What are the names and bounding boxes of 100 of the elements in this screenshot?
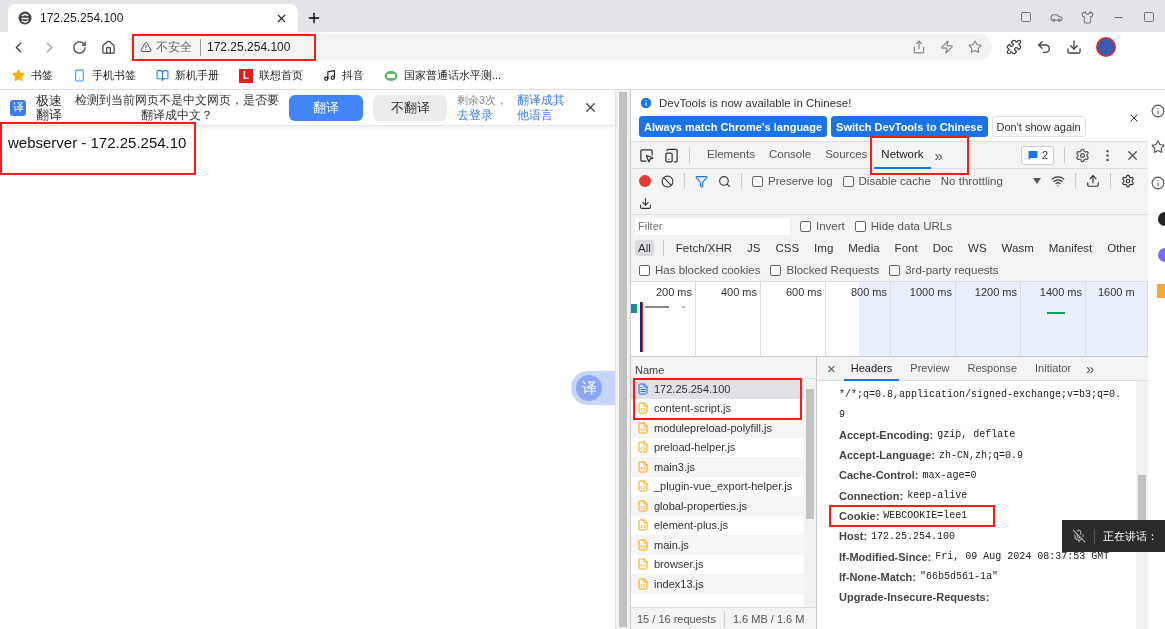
header-name: Cookie: bbox=[839, 509, 880, 522]
badge-icon bbox=[384, 69, 398, 82]
upload-icon[interactable] bbox=[1085, 174, 1100, 188]
page-heading: webserver - 172.25.254.10 bbox=[8, 134, 187, 151]
detail-tab[interactable]: Preview bbox=[903, 356, 957, 381]
script-icon bbox=[637, 480, 649, 493]
type-filter[interactable]: CSS bbox=[772, 240, 803, 256]
settings-icon[interactable] bbox=[1120, 174, 1135, 188]
more-tabs-button[interactable]: » bbox=[930, 146, 947, 164]
type-filter[interactable]: Img bbox=[811, 240, 837, 256]
script-icon bbox=[637, 538, 649, 551]
checkbox[interactable] bbox=[770, 264, 782, 276]
search-icon[interactable] bbox=[718, 174, 731, 188]
bookmark[interactable]: 国家普通话水平测... bbox=[384, 68, 502, 83]
login-link[interactable]: 去登录 bbox=[457, 107, 508, 123]
type-filter[interactable]: Other bbox=[1104, 240, 1139, 256]
inspect-icon[interactable] bbox=[639, 147, 654, 163]
close-button[interactable]: × bbox=[823, 360, 840, 377]
header-value: keep-alive bbox=[907, 490, 968, 502]
type-filter[interactable]: Media bbox=[845, 240, 883, 256]
document-icon bbox=[637, 382, 649, 395]
caret-icon[interactable] bbox=[1032, 178, 1041, 184]
banner-button[interactable]: Switch DevTools to Chinese bbox=[831, 116, 988, 137]
box-icon bbox=[1157, 284, 1165, 298]
share-icon[interactable] bbox=[912, 40, 926, 54]
request-row[interactable]: main3.js bbox=[631, 457, 804, 477]
star-icon[interactable] bbox=[1151, 140, 1165, 154]
home-icon[interactable] bbox=[101, 39, 116, 55]
banner-button[interactable]: Don't show again bbox=[991, 116, 1086, 137]
panel-tab[interactable]: Sources bbox=[818, 141, 875, 169]
type-filter[interactable]: Wasm bbox=[998, 240, 1037, 256]
checkbox[interactable] bbox=[854, 220, 866, 232]
info-icon[interactable] bbox=[1151, 104, 1165, 118]
type-filter[interactable]: All bbox=[635, 240, 654, 256]
request-row[interactable]: index13.js bbox=[631, 574, 804, 594]
checkbox[interactable] bbox=[800, 220, 811, 232]
tick-label: 1200 ms bbox=[974, 286, 1017, 298]
translate-button[interactable]: 翻译 bbox=[289, 94, 363, 121]
banner-button[interactable]: Always match Chrome's language bbox=[639, 116, 828, 137]
phone-icon bbox=[73, 69, 86, 82]
header-name: Accept-Encoding: bbox=[839, 428, 934, 441]
close-icon[interactable] bbox=[1128, 112, 1140, 124]
request-row[interactable]: global-properties.js bbox=[631, 496, 804, 516]
bolt-icon[interactable] bbox=[940, 40, 954, 54]
filter-icon[interactable] bbox=[695, 174, 708, 188]
request-row[interactable]: main.js bbox=[631, 535, 804, 555]
lenovo-icon: L bbox=[239, 68, 253, 83]
other-language-link[interactable]: 翻译成其他语言 bbox=[517, 92, 574, 123]
type-filter[interactable]: Doc bbox=[929, 240, 957, 256]
window-icon[interactable] bbox=[1020, 11, 1032, 23]
panel-tab[interactable]: Network bbox=[874, 141, 931, 169]
checkbox[interactable] bbox=[752, 175, 763, 187]
info-icon[interactable] bbox=[1151, 176, 1165, 190]
bookmark[interactable]: 抖音 bbox=[323, 68, 364, 83]
request-row[interactable]: modulepreload-polyfill.js bbox=[631, 418, 804, 438]
address-bar[interactable]: 不安全 172.25.254.100 bbox=[130, 34, 992, 60]
settings-icon[interactable] bbox=[1075, 147, 1090, 163]
type-filter[interactable]: Fetch/XHR bbox=[672, 240, 736, 256]
device-icon[interactable] bbox=[664, 147, 679, 163]
detail-tab[interactable]: Headers bbox=[843, 356, 900, 381]
shirt-icon[interactable] bbox=[1081, 10, 1094, 24]
type-filter[interactable]: Font bbox=[891, 240, 921, 256]
book-icon bbox=[156, 69, 169, 82]
download-icon[interactable] bbox=[1066, 39, 1082, 55]
type-filter[interactable]: JS bbox=[744, 240, 764, 256]
decline-button[interactable]: 不翻译 bbox=[373, 94, 447, 121]
header-name: Upgrade-Insecure-Requests: bbox=[839, 591, 990, 604]
star-icon[interactable] bbox=[968, 40, 982, 54]
extensions-icon[interactable] bbox=[1006, 39, 1022, 55]
checkbox[interactable] bbox=[639, 264, 650, 276]
type-filter[interactable]: WS bbox=[965, 240, 990, 256]
issues-button[interactable]: 2 bbox=[1020, 145, 1054, 165]
wifi-icon[interactable] bbox=[1050, 174, 1065, 188]
bookmark[interactable]: 书签 bbox=[12, 68, 53, 83]
type-filter[interactable]: Manifest bbox=[1045, 240, 1096, 256]
throttling-select[interactable]: No throttling bbox=[940, 175, 1003, 187]
bookmark[interactable]: L 联想首页 bbox=[239, 68, 303, 83]
checkbox[interactable] bbox=[889, 264, 901, 276]
checkbox[interactable] bbox=[842, 175, 854, 187]
detail-tab[interactable]: Initiator bbox=[1028, 356, 1079, 381]
tick-label: 400 ms bbox=[720, 286, 757, 298]
tick-label: 1000 ms bbox=[909, 286, 952, 298]
bookmark[interactable]: 新机手册 bbox=[156, 68, 219, 83]
download-icon[interactable] bbox=[639, 197, 652, 210]
undo-icon[interactable] bbox=[1036, 39, 1052, 55]
avatar[interactable] bbox=[1096, 37, 1116, 57]
browser-tab[interactable]: 172.25.254.100 bbox=[8, 4, 298, 32]
bookmark[interactable]: 手机书签 bbox=[73, 68, 136, 83]
more-tabs-button[interactable]: » bbox=[1082, 360, 1099, 377]
reload-icon[interactable] bbox=[72, 39, 87, 55]
panel-tab[interactable]: Elements bbox=[700, 141, 762, 169]
status-text: 1.6 MB / 1.6 M bbox=[732, 612, 805, 625]
record-button[interactable] bbox=[639, 175, 651, 187]
panel-tab[interactable]: Console bbox=[761, 141, 819, 169]
filter-field[interactable]: Filter bbox=[635, 217, 790, 235]
clear-icon[interactable] bbox=[661, 174, 674, 188]
tick-label: 800 ms bbox=[850, 286, 887, 298]
restore-icon[interactable] bbox=[1143, 11, 1155, 23]
new-tab-icon[interactable] bbox=[306, 10, 322, 26]
detail-tab[interactable]: Response bbox=[960, 356, 1024, 381]
